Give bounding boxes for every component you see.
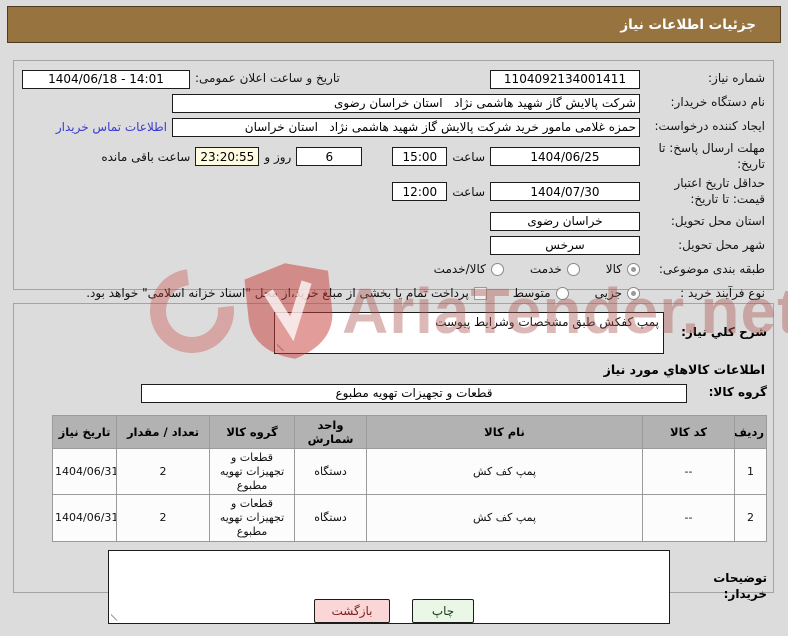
buyer-name-input[interactable]	[172, 93, 640, 113]
delivery-province-label: استان محل تحویل:	[670, 213, 765, 228]
page-title: جزئیات اطلاعات نیاز	[7, 6, 781, 43]
cell-date: 1404/06/31	[52, 447, 117, 496]
reply-deadline-date-input[interactable]	[490, 147, 640, 167]
countdown-input[interactable]	[195, 147, 260, 167]
radio-medium[interactable]	[555, 286, 569, 300]
validity-hour-label: ساعت	[452, 184, 485, 199]
cell-date: 1404/06/31	[52, 494, 117, 542]
resize-grip-icon[interactable]	[277, 341, 287, 351]
cell-qty: 2	[116, 494, 210, 542]
radio-goods-service[interactable]	[490, 262, 504, 276]
row-price-validity: حداقل تاریخ اعتبار قیمت: تا تاریخ: ساعت	[22, 176, 765, 207]
need-description-label: شرح کلي نیاز:	[681, 325, 767, 340]
remaining-label: ساعت باقی مانده	[101, 149, 191, 164]
radio-goods[interactable]	[627, 262, 640, 276]
cell-unit: دستگاه	[294, 447, 367, 496]
row-reply-deadline: مهلت ارسال پاسخ: تا تاریخ: ساعت روز و سا…	[22, 141, 765, 172]
request-creator-input[interactable]	[172, 117, 640, 137]
col-date: تاریخ نیاز	[52, 415, 117, 449]
col-row: ردیف	[734, 415, 767, 449]
goods-group-input[interactable]	[141, 383, 687, 403]
subject-classification-label: طبقه بندی موضوعی:	[658, 261, 765, 276]
col-name: نام کالا	[366, 415, 643, 449]
reply-hour-label: ساعت	[452, 149, 485, 164]
row-subject-classification: طبقه بندی موضوعی: کالا خدمت کالا/خدمت	[22, 259, 765, 279]
delivery-city-label: شهر محل تحویل:	[678, 237, 765, 252]
goods-group-label: گروه کالا:	[708, 385, 767, 400]
days-label: روز و	[264, 149, 292, 164]
footer-buttons: چاپ بازگشت	[0, 599, 788, 623]
delivery-province-input[interactable]	[490, 211, 640, 231]
row-delivery-city: شهر محل تحویل:	[22, 235, 765, 255]
radio-partial-label: جزیی	[594, 286, 622, 301]
row-request-creator: ایجاد کننده درخواست: اطلاعات تماس خریدار	[22, 117, 765, 137]
cell-row: 1	[734, 447, 767, 496]
row-need-number: شماره نیاز: تاریخ و ساعت اعلان عمومی:	[22, 69, 765, 89]
col-group: گروه کالا	[209, 415, 295, 449]
cell-group: قطعات و تجهیزات تهویه مطبوع	[209, 494, 295, 542]
radio-medium-label: متوسط	[512, 286, 551, 301]
print-button[interactable]: چاپ	[412, 599, 474, 623]
cell-unit: دستگاه	[294, 494, 367, 542]
cell-row: 2	[734, 494, 767, 542]
price-validity-label: حداقل تاریخ اعتبار قیمت: تا تاریخ:	[674, 176, 765, 206]
announce-datetime-label: تاریخ و ساعت اعلان عمومی:	[195, 71, 340, 86]
need-number-input[interactable]	[490, 69, 640, 89]
cell-group: قطعات و تجهیزات تهویه مطبوع	[209, 447, 295, 496]
back-button[interactable]: بازگشت	[314, 599, 390, 623]
request-creator-label: ایجاد کننده درخواست:	[654, 119, 765, 134]
col-code: کد کالا	[642, 415, 735, 449]
row-purchase-process: نوع فرآیند خرید : جزیی متوسط پرداخت تمام…	[22, 283, 765, 303]
goods-section-heading: اطلاعات کالاهاي مورد نیاز	[603, 362, 765, 377]
buyer-contact-link[interactable]: اطلاعات تماس خریدار	[56, 120, 167, 134]
col-qty: تعداد / مقدار	[116, 415, 210, 449]
radio-service[interactable]	[566, 262, 580, 276]
delivery-city-input[interactable]	[490, 235, 640, 255]
reply-deadline-time-input[interactable]	[392, 147, 448, 167]
treasury-checkbox-label: پرداخت تمام یا بخشی از مبلغ خرید،از محل …	[86, 286, 469, 301]
cell-code: --	[642, 447, 735, 496]
announce-datetime-input[interactable]	[22, 69, 190, 89]
cell-qty: 2	[116, 447, 210, 496]
row-delivery-province: استان محل تحویل:	[22, 211, 765, 231]
goods-table-header-row: ردیف کد کالا نام کالا واحد شمارش گروه کا…	[52, 415, 767, 449]
cell-name: پمپ کف کش	[366, 447, 643, 496]
need-number-label: شماره نیاز:	[708, 71, 765, 86]
price-validity-date-input[interactable]	[490, 182, 640, 202]
treasury-checkbox[interactable]	[473, 286, 487, 300]
purchase-process-label: نوع فرآیند خرید :	[680, 285, 765, 300]
cell-code: --	[642, 494, 735, 542]
need-info-panel: شماره نیاز: تاریخ و ساعت اعلان عمومی: نا…	[13, 60, 774, 300]
row-goods-group: گروه کالا:	[20, 383, 767, 403]
need-description-value: پمپ کفکش طبق مشخصات وشرایط پیوست	[435, 315, 659, 329]
radio-partial[interactable]	[627, 286, 640, 300]
cell-name: پمپ کف کش	[366, 494, 643, 542]
need-goods-panel: شرح کلي نیاز: پمپ کفکش طبق مشخصات وشرایط…	[13, 303, 774, 624]
radio-goods-label: کالا	[605, 262, 622, 277]
goods-table: ردیف کد کالا نام کالا واحد شمارش گروه کا…	[52, 415, 767, 542]
buyer-name-label: نام دستگاه خریدار:	[670, 95, 766, 110]
reply-deadline-label: مهلت ارسال پاسخ: تا تاریخ:	[658, 141, 765, 171]
days-remaining-input[interactable]	[296, 147, 363, 167]
price-validity-time-input[interactable]	[392, 182, 448, 202]
table-row: 1 -- پمپ کف کش دستگاه قطعات و تجهیزات ته…	[52, 447, 767, 496]
need-details-page: جزئیات اطلاعات نیاز شماره نیاز: تاریخ و …	[0, 0, 788, 636]
row-need-description: شرح کلي نیاز: پمپ کفکش طبق مشخصات وشرایط…	[20, 312, 767, 354]
table-row: 2 -- پمپ کف کش دستگاه قطعات و تجهیزات ته…	[52, 494, 767, 542]
need-description-textarea[interactable]: پمپ کفکش طبق مشخصات وشرایط پیوست	[274, 312, 664, 354]
row-buyer-name: نام دستگاه خریدار:	[22, 93, 765, 113]
buyer-notes-label: توضیحات خریدار:	[713, 570, 767, 601]
radio-goods-service-label: کالا/خدمت	[433, 262, 486, 277]
radio-service-label: خدمت	[529, 262, 562, 277]
col-unit: واحد شمارش	[294, 415, 367, 449]
